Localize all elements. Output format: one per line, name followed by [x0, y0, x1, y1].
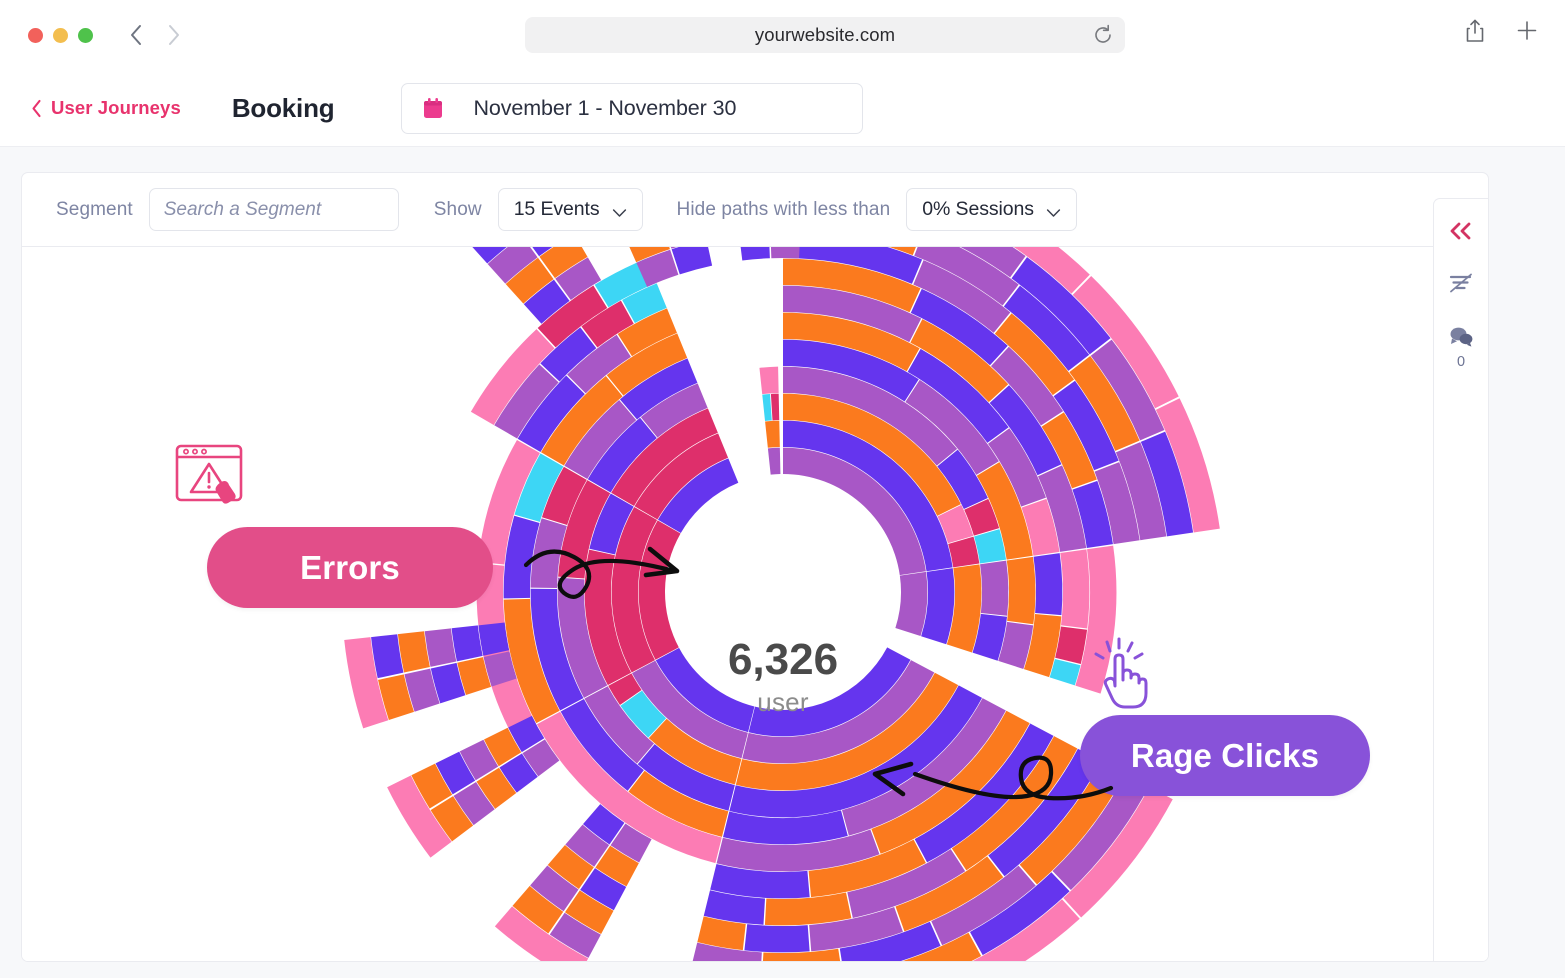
sunburst-segment[interactable]: [1049, 658, 1081, 686]
sunburst-segment[interactable]: [767, 447, 781, 475]
filter-off-icon: [1448, 272, 1474, 299]
chevron-left-icon: [31, 99, 42, 118]
back-to-user-journeys-link[interactable]: User Journeys: [31, 97, 181, 119]
errors-annotation-pill[interactable]: Errors: [207, 527, 493, 608]
chevron-down-icon: [1046, 205, 1061, 217]
sunburst-chart-area: 6,326 user Errors Rage Clicks: [22, 247, 1488, 961]
error-window-click-icon: [174, 442, 254, 514]
double-chevron-left-icon: [1448, 221, 1474, 246]
sunburst-segment[interactable]: [451, 625, 483, 662]
sunburst-segment[interactable]: [974, 529, 1007, 564]
hide-paths-label: Hide paths with less than: [676, 198, 891, 220]
min-sessions-value: 0% Sessions: [922, 198, 1034, 220]
chevron-right-icon[interactable]: [163, 22, 185, 48]
rage-clicks-annotation-pill[interactable]: Rage Clicks: [1080, 715, 1370, 796]
back-link-label: User Journeys: [51, 97, 181, 118]
sunburst-segment[interactable]: [1060, 549, 1090, 629]
sunburst-segment[interactable]: [739, 247, 770, 261]
close-window-button[interactable]: [28, 27, 43, 43]
sunburst-segment[interactable]: [1006, 556, 1036, 625]
comments-count: 0: [1456, 354, 1466, 370]
sunburst-segment[interactable]: [1055, 626, 1088, 664]
rage-click-cursor-icon: [1090, 637, 1150, 713]
app-header: User Journeys Booking November 1 - Novem…: [0, 70, 1565, 147]
sunburst-segment[interactable]: [762, 394, 772, 421]
sunburst-segment[interactable]: [765, 420, 780, 448]
sunburst-segment[interactable]: [759, 366, 779, 395]
sunburst-segment[interactable]: [397, 631, 430, 673]
browser-nav: [125, 22, 185, 48]
filter-bar: Segment Show 15 Events Hide paths with l…: [22, 173, 1488, 247]
sunburst-segment[interactable]: [770, 393, 780, 421]
segment-label: Segment: [56, 198, 133, 220]
browser-chrome: yourwebsite.com: [0, 0, 1565, 70]
address-bar-container: yourwebsite.com: [525, 17, 1125, 53]
calendar-icon: [421, 96, 445, 121]
sunburst-segment[interactable]: [671, 247, 713, 275]
events-count-select[interactable]: 15 Events: [497, 188, 643, 231]
minimize-window-button[interactable]: [53, 27, 68, 43]
filter-off-button[interactable]: [1444, 272, 1478, 299]
sunburst-segment[interactable]: [478, 622, 510, 656]
rage-clicks-annotation-label: Rage Clicks: [1130, 736, 1320, 774]
date-range-picker[interactable]: November 1 - November 30: [401, 82, 864, 134]
right-rail: 0: [1433, 198, 1488, 961]
page-body: Segment Show 15 Events Hide paths with l…: [0, 147, 1565, 978]
show-label: Show: [433, 198, 482, 220]
plus-icon[interactable]: [1515, 18, 1539, 44]
bottom-strip: [0, 964, 1565, 978]
min-sessions-select[interactable]: 0% Sessions: [906, 188, 1077, 231]
sunburst-segment[interactable]: [1033, 553, 1063, 616]
collapse-panel-button[interactable]: [1444, 221, 1478, 246]
maximize-window-button[interactable]: [78, 27, 93, 43]
comments-button[interactable]: 0: [1444, 325, 1478, 370]
page-title: Booking: [231, 92, 335, 123]
date-range-label: November 1 - November 30: [473, 95, 737, 120]
events-count-value: 15 Events: [513, 198, 600, 220]
address-bar[interactable]: yourwebsite.com: [525, 17, 1125, 53]
sunburst-segment[interactable]: [424, 628, 457, 667]
chevron-left-icon[interactable]: [125, 22, 147, 48]
sunburst-segment[interactable]: [895, 571, 928, 637]
errors-annotation-label: Errors: [300, 548, 400, 586]
journey-card: Segment Show 15 Events Hide paths with l…: [21, 172, 1489, 962]
address-bar-url: yourwebsite.com: [754, 24, 896, 45]
comments-icon: [1448, 325, 1474, 352]
browser-toolbar-right: [1463, 18, 1539, 44]
segment-search-input[interactable]: [148, 188, 399, 231]
share-icon[interactable]: [1463, 18, 1487, 44]
window-traffic-lights: [28, 27, 93, 43]
sunburst-segment[interactable]: [770, 247, 800, 259]
chevron-down-icon: [612, 205, 627, 217]
reload-icon[interactable]: [1091, 23, 1115, 47]
sunburst-segment[interactable]: [980, 560, 1009, 616]
sunburst-segment[interactable]: [371, 634, 404, 679]
sunburst-segment[interactable]: [744, 924, 810, 953]
